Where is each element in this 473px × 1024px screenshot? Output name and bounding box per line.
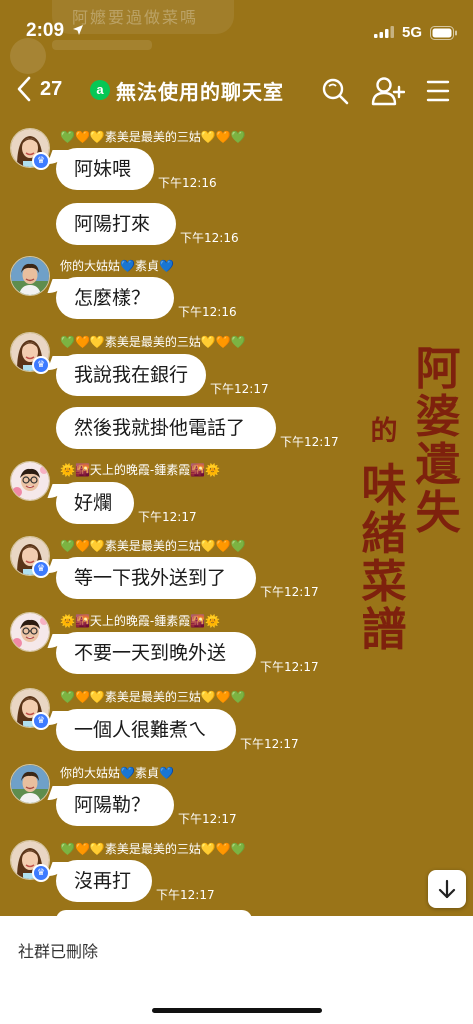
search-icon[interactable]	[320, 76, 350, 106]
sender-name: 💚🧡💛素美是最美的三姑💛🧡💚	[60, 335, 246, 349]
message-timestamp: 下午12:17	[138, 510, 197, 524]
chat-header: 27 a 無法使用的聊天室	[0, 68, 473, 114]
message-bubble[interactable]: 不要一天到晚外送	[56, 632, 256, 674]
watermark-char: 緒	[361, 507, 407, 561]
watermark-char: 菜	[361, 555, 407, 609]
message-timestamp: 下午12:17	[240, 737, 299, 751]
message-timestamp: 下午12:17	[260, 585, 319, 599]
message-bubble[interactable]: 怎麼樣？	[56, 277, 174, 319]
avatar[interactable]	[10, 461, 50, 501]
message-bubble[interactable]: 一個人很難煮ㄟ	[56, 709, 236, 751]
message-text: 我說我在銀行	[74, 364, 189, 386]
message-bubble[interactable]: 阿陽打來	[56, 203, 176, 245]
message-bubble[interactable]: 等一下我外送到了	[56, 557, 256, 599]
message-bubble[interactable]: 好爛	[56, 482, 134, 524]
message-timestamp: 下午12:16	[178, 305, 237, 319]
message-bubble[interactable]: 然後我就掛他電話了	[56, 407, 276, 449]
sender-name: 你的大姑姑💙素貞💙	[60, 259, 174, 273]
watermark-char: 失	[415, 486, 461, 540]
add-friend-icon[interactable]	[371, 76, 405, 106]
watermark-char: 味	[361, 459, 407, 512]
community-deleted-notice: 社群已刪除	[18, 942, 99, 961]
back-button[interactable]: 27	[14, 76, 74, 106]
watermark-char: 阿	[415, 342, 461, 395]
message-timestamp: 下午12:17	[280, 435, 339, 449]
watermark-char: 譜	[361, 603, 407, 657]
avatar[interactable]	[10, 256, 50, 296]
message-timestamp: 下午12:16	[158, 176, 217, 190]
admin-crown-icon: ♛	[32, 356, 50, 374]
chat-room-title: 無法使用的聊天室	[116, 80, 284, 104]
scroll-to-bottom-button[interactable]	[428, 870, 466, 908]
message-text: 沒再打	[74, 870, 132, 892]
admin-crown-icon: ♛	[32, 560, 50, 578]
faded-preview-text: 阿嬤要過做菜嗎	[72, 8, 199, 27]
arrow-down-icon	[438, 879, 456, 899]
sender-name: 💚🧡💛素美是最美的三姑💛🧡💚	[60, 130, 246, 144]
message-text: 阿陽打來	[74, 213, 151, 235]
message-timestamp: 下午12:17	[156, 888, 215, 902]
menu-icon[interactable]	[426, 76, 450, 106]
watermark-small-char: 的	[370, 416, 398, 447]
admin-crown-icon: ♛	[32, 712, 50, 730]
sender-name: 🌞🌇天上的晚霞-鍾素霞🌇🌞	[60, 614, 221, 628]
unread-count: 27	[40, 78, 63, 100]
battery-icon	[430, 26, 457, 40]
message-text: 等一下我外送到了	[74, 567, 227, 589]
watermark-line-2: 味緒菜譜	[358, 459, 410, 657]
sender-name: 💚🧡💛素美是最美的三姑💛🧡💚	[60, 539, 246, 553]
bottom-panel: 社群已刪除	[0, 916, 473, 1024]
clock: 2:09	[26, 20, 65, 41]
signal-icon	[374, 26, 394, 38]
chevron-left-icon	[17, 76, 31, 102]
sender-name: 💚🧡💛素美是最美的三姑💛🧡💚	[60, 842, 246, 856]
message-timestamp: 下午12:17	[210, 382, 269, 396]
avatar[interactable]	[10, 764, 50, 804]
message-bubble[interactable]: 沒再打	[56, 860, 152, 902]
message-text: 然後我就掛他電話了	[74, 417, 246, 439]
watermark-char: 婆	[415, 390, 461, 444]
message-text: 怎麼樣？	[74, 287, 151, 309]
message-text: 一個人很難煮ㄟ	[74, 719, 208, 741]
message-text: 不要一天到晚外送	[74, 642, 227, 664]
status-bar: 阿嬤要過做菜嗎 2:09 5G	[0, 0, 473, 74]
watermark-line-1: 阿婆遺失	[412, 342, 464, 540]
message-timestamp: 下午12:17	[178, 812, 237, 826]
openchat-badge-icon: a	[90, 80, 110, 100]
avatar[interactable]	[10, 612, 50, 652]
watermark-char: 遺	[415, 438, 461, 492]
sender-name: 🌞🌇天上的晚霞-鍾素霞🌇🌞	[60, 463, 221, 477]
message-bubble[interactable]: 阿妹喂	[56, 148, 154, 190]
location-arrow-icon	[73, 25, 83, 35]
home-indicator[interactable]	[152, 1008, 322, 1013]
network-type: 5G	[402, 24, 423, 41]
message-text: 阿妹喂	[74, 158, 132, 180]
faded-sender-bar	[52, 40, 152, 50]
message-text: 好爛	[74, 492, 113, 514]
message-bubble[interactable]: 我說我在銀行	[56, 354, 207, 396]
message-text: 阿陽勒？	[74, 794, 151, 816]
sender-name: 你的大姑姑💙素貞💙	[60, 766, 174, 780]
message-timestamp: 下午12:16	[180, 231, 239, 245]
message-bubble[interactable]: 阿陽勒？	[56, 784, 174, 826]
message-timestamp: 下午12:17	[260, 660, 319, 674]
sender-name: 💚🧡💛素美是最美的三姑💛🧡💚	[60, 690, 246, 704]
